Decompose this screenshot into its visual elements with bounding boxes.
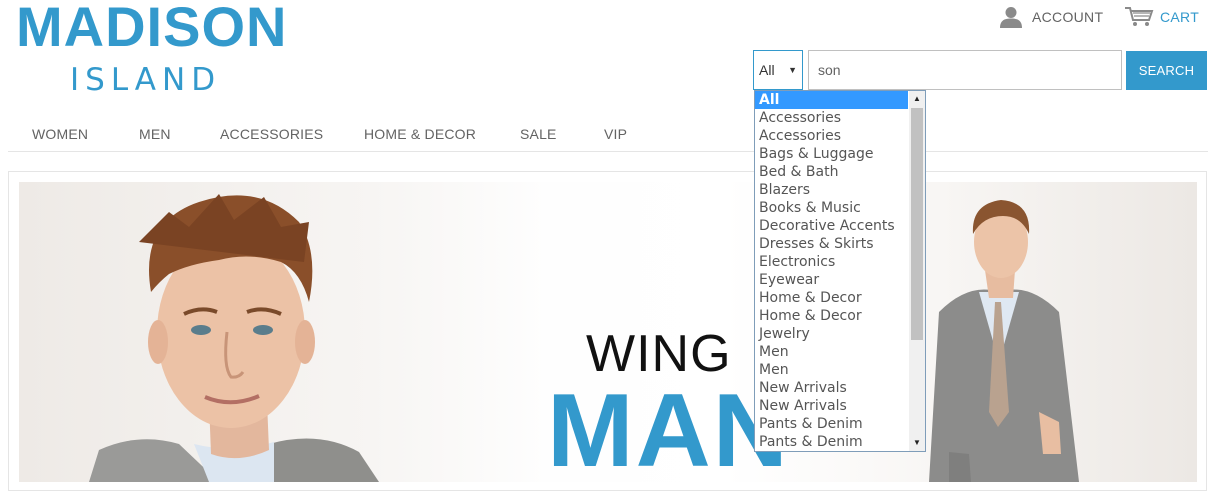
category-option[interactable]: New Arrivals bbox=[755, 379, 908, 397]
scroll-up-icon[interactable]: ▲ bbox=[909, 91, 925, 107]
nav-item-men[interactable]: MEN bbox=[139, 126, 171, 142]
cart-label: CART bbox=[1160, 9, 1200, 25]
scroll-down-icon[interactable]: ▼ bbox=[909, 435, 925, 451]
hero-banner-image[interactable]: WING MAN bbox=[19, 182, 1197, 486]
site-logo[interactable]: MADISON ISLAND bbox=[16, 0, 306, 100]
category-dropdown-list[interactable]: All Accessories Accessories Bags & Luggage B… bbox=[754, 90, 926, 452]
category-option[interactable]: New Arrivals bbox=[755, 397, 908, 415]
dropdown-scrollbar[interactable]: ▲ ▼ bbox=[909, 91, 925, 451]
cart-icon bbox=[1125, 7, 1154, 26]
nav-item-sale[interactable]: SALE bbox=[520, 126, 557, 142]
nav-item-vip[interactable]: VIP bbox=[604, 126, 627, 142]
category-option[interactable]: Men bbox=[755, 343, 908, 361]
main-nav: WOMEN MEN ACCESSORIES HOME & DECOR SALE … bbox=[8, 118, 1208, 152]
category-option[interactable]: Pants & Denim bbox=[755, 433, 908, 451]
category-options: All Accessories Accessories Bags & Luggage B… bbox=[755, 91, 908, 451]
search-button[interactable]: SEARCH bbox=[1126, 51, 1207, 90]
account-label: ACCOUNT bbox=[1032, 9, 1104, 25]
nav-item-women[interactable]: WOMEN bbox=[32, 126, 88, 142]
category-option[interactable]: All bbox=[755, 91, 908, 109]
user-icon bbox=[1000, 7, 1022, 28]
account-link[interactable]: ACCOUNT bbox=[998, 4, 1103, 30]
category-option[interactable]: Decorative Accents bbox=[755, 217, 908, 235]
category-option[interactable]: Pants & Denim bbox=[755, 415, 908, 433]
category-select-value: All bbox=[759, 62, 775, 78]
select-arrow-icon: ▼ bbox=[788, 65, 797, 75]
category-option[interactable]: Home & Decor bbox=[755, 289, 908, 307]
model-portrait-image bbox=[89, 194, 379, 482]
category-option[interactable]: Bed & Bath bbox=[755, 163, 908, 181]
scrollbar-thumb[interactable] bbox=[911, 108, 923, 340]
category-option[interactable]: Eyewear bbox=[755, 271, 908, 289]
category-option[interactable]: Men bbox=[755, 361, 908, 379]
category-select[interactable]: All ▼ bbox=[753, 50, 803, 90]
category-option[interactable]: Dresses & Skirts bbox=[755, 235, 908, 253]
category-option[interactable]: Bags & Luggage bbox=[755, 145, 908, 163]
category-option[interactable]: Home & Decor bbox=[755, 307, 908, 325]
logo-wordmark-bottom: ISLAND bbox=[70, 62, 222, 98]
nav-item-home-decor[interactable]: HOME & DECOR bbox=[364, 126, 476, 142]
category-option[interactable]: Books & Music bbox=[755, 199, 908, 217]
category-option[interactable]: Blazers bbox=[755, 181, 908, 199]
category-option[interactable]: Accessories bbox=[755, 109, 908, 127]
category-option[interactable]: Electronics bbox=[755, 253, 908, 271]
nav-item-accessories[interactable]: ACCESSORIES bbox=[220, 126, 323, 142]
model-suit-image bbox=[929, 200, 1079, 482]
logo-wordmark-top: MADISON bbox=[16, 0, 288, 58]
cart-link[interactable]: CART bbox=[1124, 4, 1199, 30]
search-input[interactable] bbox=[808, 50, 1122, 90]
category-option[interactable]: Accessories bbox=[755, 127, 908, 145]
category-option[interactable]: Jewelry bbox=[755, 325, 908, 343]
hero-slider[interactable]: WING MAN bbox=[8, 171, 1207, 491]
